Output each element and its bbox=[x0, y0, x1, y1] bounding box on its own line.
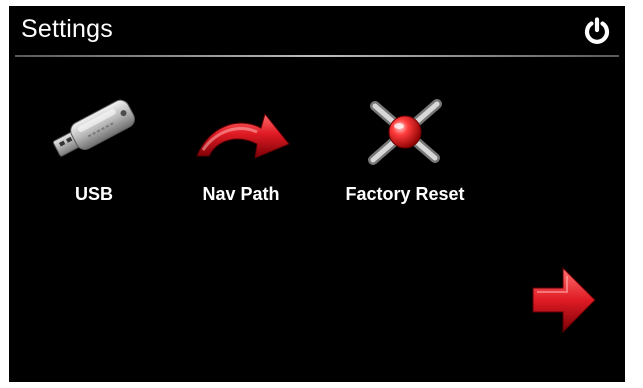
next-page-button[interactable] bbox=[529, 264, 599, 336]
factory-reset-icon bbox=[368, 99, 442, 165]
page-title: Settings bbox=[21, 15, 113, 43]
usb-label: USB bbox=[74, 184, 113, 204]
settings-screen: Settings USB Nav Path Factory Reset bbox=[9, 6, 625, 382]
factory-reset-tile[interactable]: Factory Reset bbox=[337, 88, 473, 218]
header-divider bbox=[15, 55, 619, 57]
curved-arrow-icon bbox=[196, 112, 290, 159]
header-bar: Settings bbox=[9, 6, 625, 56]
next-arrow-icon bbox=[532, 266, 596, 334]
power-button[interactable] bbox=[582, 16, 612, 46]
usb-tile[interactable]: USB bbox=[46, 88, 142, 218]
factory-reset-label: Factory Reset bbox=[345, 184, 465, 204]
power-icon bbox=[584, 17, 610, 44]
usb-drive-icon bbox=[52, 99, 135, 157]
nav-path-label: Nav Path bbox=[202, 184, 280, 204]
nav-path-tile[interactable]: Nav Path bbox=[189, 88, 293, 218]
